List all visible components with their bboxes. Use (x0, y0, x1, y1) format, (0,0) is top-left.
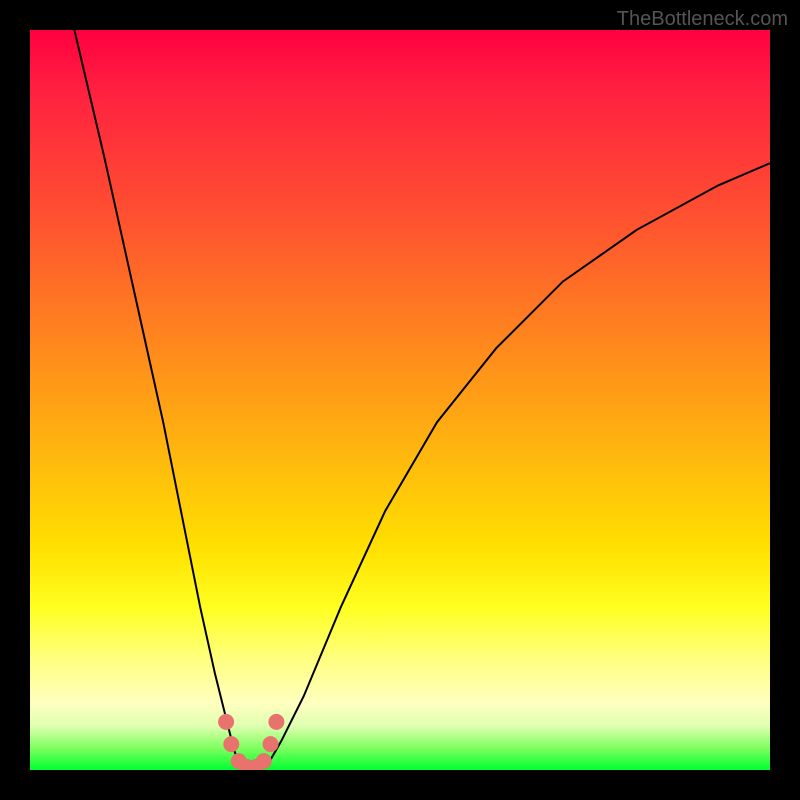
curve-right-ascent (267, 163, 770, 766)
marker-point (256, 753, 272, 769)
trough-markers (218, 714, 284, 770)
chart-svg (30, 30, 770, 770)
watermark-text: TheBottleneck.com (617, 8, 788, 31)
marker-point (268, 714, 284, 730)
marker-point (263, 736, 279, 752)
marker-point (223, 736, 239, 752)
marker-point (218, 714, 234, 730)
plot-area (30, 30, 770, 770)
curve-left-descent (74, 30, 239, 766)
